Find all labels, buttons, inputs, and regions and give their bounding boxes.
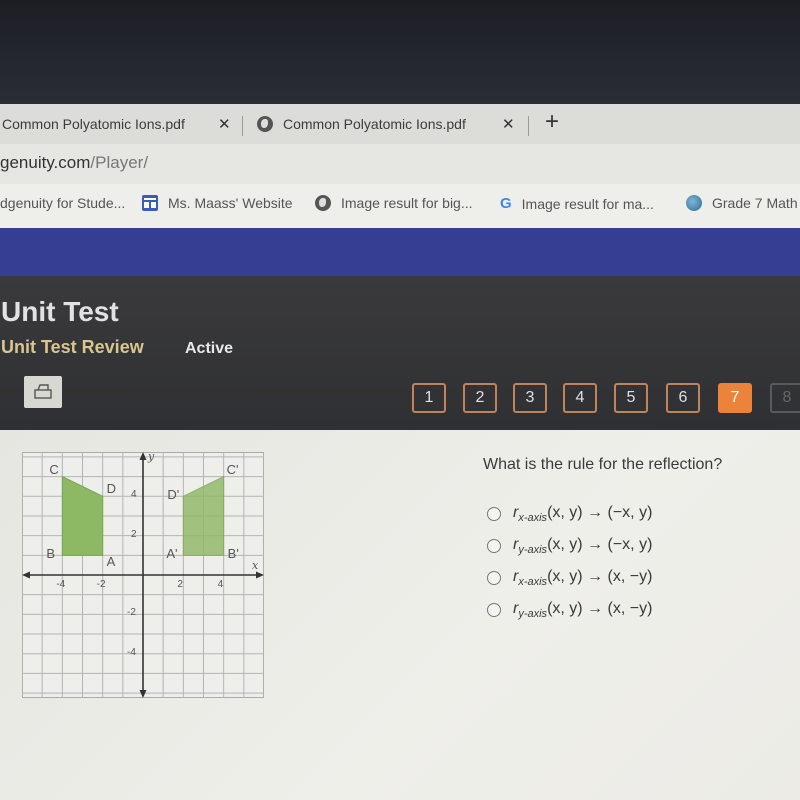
y-tick-label: 4 xyxy=(131,489,137,501)
close-icon[interactable]: ✕ xyxy=(502,115,515,133)
globe-icon xyxy=(257,116,273,132)
tab-strip: Common Polyatomic Ions.pdf ✕ Common Poly… xyxy=(0,104,800,144)
answer-option[interactable]: rx-axis(x, y) → (−x, y) xyxy=(487,498,652,530)
x-axis-label: x xyxy=(252,559,259,572)
y-axis-label: y xyxy=(148,450,155,463)
y-tick-label: -4 xyxy=(127,646,136,658)
radio-button[interactable] xyxy=(487,571,501,585)
answer-option[interactable]: ry-axis(x, y) → (x, −y) xyxy=(487,594,652,626)
bookmark-image-ma[interactable]: G Image result for ma... xyxy=(500,195,654,212)
y-tick-label: -2 xyxy=(127,607,136,619)
app-bar xyxy=(0,228,800,276)
vertex-label: B xyxy=(46,546,55,562)
question-button-6[interactable]: 6 xyxy=(666,383,700,413)
radio-button[interactable] xyxy=(487,507,501,521)
bookmark-label: Grade 7 Math xyxy=(712,195,798,211)
question-button-2[interactable]: 2 xyxy=(463,383,497,413)
question-button-5[interactable]: 5 xyxy=(614,383,648,413)
url-path: /Player/ xyxy=(90,153,149,172)
bookmark-ms-maass[interactable]: Ms. Maass' Website xyxy=(142,195,293,211)
rule-mapping: (x, y) → (−x, y) xyxy=(547,535,653,553)
question-button-3[interactable]: 3 xyxy=(513,383,547,413)
vertex-label: D' xyxy=(167,487,180,503)
new-tab-button[interactable]: + xyxy=(545,108,559,136)
coordinate-graph: -4 -2 2 4 4 2 -2 -4 x y A B C D A' B' C' D' xyxy=(22,450,264,698)
earth-icon xyxy=(686,195,702,211)
status-badge: Active xyxy=(185,340,234,357)
vertex-label: A' xyxy=(166,546,178,562)
rule-axis: y-axis xyxy=(518,544,548,557)
question-button-1[interactable]: 1 xyxy=(412,383,446,413)
answer-options: rx-axis(x, y) → (−x, y) ry-axis(x, y) → (… xyxy=(487,498,652,626)
tab-separator xyxy=(528,116,529,136)
tab-2[interactable]: Common Polyatomic Ions.pdf ✕ xyxy=(257,104,515,144)
question-button-8[interactable]: 8 xyxy=(770,383,800,413)
bookmark-image-big[interactable]: Image result for big... xyxy=(315,195,473,211)
site-icon xyxy=(142,195,158,211)
bookmark-label: dgenuity for Stude... xyxy=(0,195,126,211)
option-text: rx-axis(x, y) → (−x, y) xyxy=(513,504,652,524)
radio-button[interactable] xyxy=(487,539,501,553)
question-button-7[interactable]: 7 xyxy=(718,383,752,413)
answer-option[interactable]: rx-axis(x, y) → (x, −y) xyxy=(487,562,652,594)
x-tick-label: -2 xyxy=(96,579,106,590)
address-bar[interactable]: genuity.com/Player/ xyxy=(0,144,800,184)
url-text[interactable]: genuity.com/Player/ xyxy=(0,153,148,173)
answer-option[interactable]: ry-axis(x, y) → (−x, y) xyxy=(487,530,652,562)
url-host: genuity.com xyxy=(0,153,91,172)
question-button-4[interactable]: 4 xyxy=(563,383,597,413)
bookmark-edgenuity[interactable]: dgenuity for Stude... xyxy=(0,195,125,211)
option-text: ry-axis(x, y) → (−x, y) xyxy=(513,536,652,556)
activity-subtitle: Unit Test Review xyxy=(1,337,144,357)
vertex-label: C' xyxy=(226,461,239,477)
tab-separator xyxy=(242,116,243,136)
bookmark-grade7-math[interactable]: Grade 7 Math xyxy=(686,195,798,211)
option-text: ry-axis(x, y) → (x, −y) xyxy=(513,600,652,620)
rule-mapping: (x, y) → (−x, y) xyxy=(547,503,653,521)
rule-axis: x-axis xyxy=(518,512,548,525)
tab-title: Common Polyatomic Ions.pdf xyxy=(283,116,466,132)
tab-title: Common Polyatomic Ions.pdf xyxy=(2,116,185,132)
close-icon[interactable]: ✕ xyxy=(218,115,231,133)
bookmark-label: Ms. Maass' Website xyxy=(168,195,293,211)
bookmark-label: Image result for big... xyxy=(341,195,473,211)
bookmark-label: Image result for ma... xyxy=(521,195,654,212)
rule-mapping: (x, y) → (x, −y) xyxy=(547,599,653,617)
monitor-bezel xyxy=(0,0,800,104)
screen: Common Polyatomic Ions.pdf ✕ Common Poly… xyxy=(0,0,800,800)
graph-canvas xyxy=(22,452,264,698)
x-tick-label: 2 xyxy=(177,579,183,590)
vertex-label: C xyxy=(49,461,59,477)
question-prompt: What is the rule for the reflection? xyxy=(483,456,723,473)
option-text: rx-axis(x, y) → (x, −y) xyxy=(513,568,652,588)
page-title: Unit Test xyxy=(1,296,119,327)
rule-axis: y-axis xyxy=(518,608,548,621)
rule-mapping: (x, y) → (x, −y) xyxy=(547,567,653,585)
bookmarks-bar: dgenuity for Stude... Ms. Maass' Website… xyxy=(0,184,800,228)
x-tick-label: -4 xyxy=(56,579,66,590)
globe-icon xyxy=(315,195,331,211)
vertex-label: A xyxy=(106,554,116,570)
y-tick-label: 2 xyxy=(131,528,137,540)
radio-button[interactable] xyxy=(487,603,501,617)
vertex-label: B' xyxy=(227,546,239,562)
rule-axis: x-axis xyxy=(518,576,548,589)
vertex-label: D xyxy=(106,481,117,497)
tab-1[interactable]: Common Polyatomic Ions.pdf ✕ xyxy=(2,104,231,144)
print-button[interactable] xyxy=(24,376,62,408)
x-tick-label: 4 xyxy=(217,579,224,590)
google-icon: G xyxy=(500,195,512,212)
printer-icon xyxy=(34,384,52,399)
